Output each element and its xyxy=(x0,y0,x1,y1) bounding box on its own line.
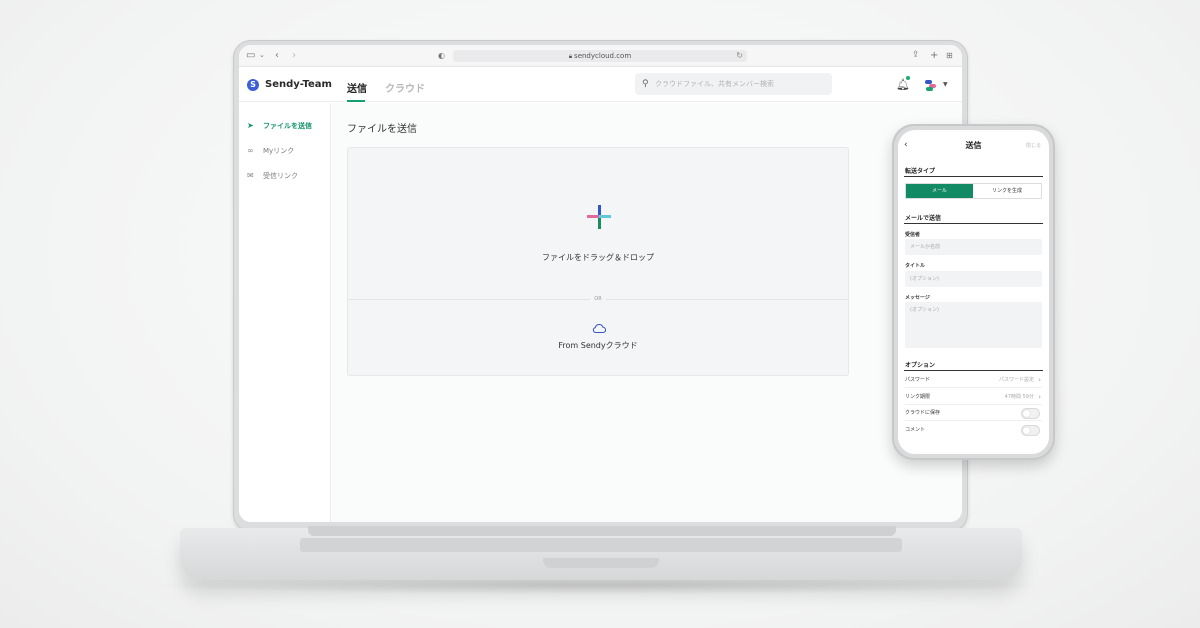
sidebar-item-send-file[interactable]: ➤ ファイルを送信 xyxy=(247,120,312,132)
option-link-expiry[interactable]: リンク期限 47時間 59分 › xyxy=(905,389,1042,405)
lock-icon: 🔒︎ xyxy=(568,53,573,60)
app-header: S Sendy-Team 送信 クラウド ⚲ クラウドファイル、共有メンバー検索… xyxy=(239,68,962,102)
option-label: クラウドに保存 xyxy=(905,410,941,416)
from-cloud-button[interactable]: From Sendyクラウド xyxy=(348,340,848,351)
chevron-down-icon[interactable]: ▼ xyxy=(943,81,948,88)
sidebar-item-my-links[interactable]: ∞ Myリンク xyxy=(247,145,294,157)
recipient-label: 受信者 xyxy=(905,232,921,238)
link-icon: ∞ xyxy=(247,146,254,155)
mail-icon: ✉ xyxy=(247,171,254,180)
options-heading: オプション xyxy=(905,362,936,369)
chevron-right-icon: › xyxy=(1038,393,1041,401)
search-icon: ⚲ xyxy=(642,79,649,89)
sidebar-item-label: Myリンク xyxy=(263,147,295,155)
option-password[interactable]: パスワード パスワード設定 › xyxy=(905,372,1042,388)
subject-label: タイトル xyxy=(905,263,926,269)
cloud-icon[interactable] xyxy=(592,324,606,333)
laptop-base xyxy=(180,526,1022,580)
sidebar-item-received-links[interactable]: ✉ 受信リンク xyxy=(247,170,298,182)
close-button[interactable]: 閉じる xyxy=(1026,142,1041,149)
page-title: ファイルを送信 xyxy=(347,124,417,135)
address-bar[interactable]: 🔒︎ sendycloud.com ↻ xyxy=(453,50,747,62)
search-placeholder: クラウドファイル、共有メンバー検索 xyxy=(655,80,774,88)
message-label: メッセージ xyxy=(905,295,930,301)
sidebar-toggle-icon[interactable]: ▭ xyxy=(246,50,255,61)
recipient-field[interactable]: メールか名前 xyxy=(905,239,1042,255)
browser-toolbar: ▭ ⌄ ‹ › ◐ 🔒︎ sendycloud.com ↻ ⇪ + ⊞ xyxy=(239,45,962,67)
brand-name[interactable]: Sendy-Team xyxy=(265,79,332,90)
segment-generate-link[interactable]: リンクを生成 xyxy=(973,184,1041,198)
option-save-to-cloud: クラウドに保存 xyxy=(905,405,1042,421)
section-rule xyxy=(904,223,1043,224)
option-value: 47時間 59分 xyxy=(1004,394,1034,400)
sidebar-item-label: 受信リンク xyxy=(263,172,298,180)
option-comment: コメント xyxy=(905,422,1042,438)
url-text: sendycloud.com xyxy=(574,52,632,60)
option-value: パスワード設定 xyxy=(998,377,1034,383)
section-rule xyxy=(904,370,1043,371)
privacy-shield-icon[interactable]: ◐ xyxy=(438,50,445,61)
tab-overview-icon[interactable]: ⊞ xyxy=(946,50,953,61)
subject-field[interactable]: (オプション) xyxy=(905,271,1042,287)
drop-instruction: ファイルをドラッグ＆ドロップ xyxy=(542,253,654,262)
tab-send[interactable]: 送信 xyxy=(347,80,367,95)
comment-toggle[interactable] xyxy=(1021,425,1040,436)
active-tab-indicator xyxy=(347,100,365,102)
main-content: ファイルを送信 ファイルをドラッグ＆ドロップ OR From Sendyクラウド xyxy=(332,103,962,522)
share-icon[interactable]: ⇪ xyxy=(912,50,920,61)
email-heading: メールで送信 xyxy=(905,215,942,222)
laptop-notch xyxy=(543,558,659,568)
save-to-cloud-toggle[interactable] xyxy=(1021,408,1040,419)
reload-icon[interactable]: ↻ xyxy=(736,50,743,62)
phone-screen: ‹ 送信 閉じる 転送タイプ メール リンクを生成 メールで送信 受信者 メール… xyxy=(898,130,1049,454)
laptop-keyboard xyxy=(300,538,902,552)
segment-email[interactable]: メール xyxy=(906,184,973,198)
search-input[interactable]: ⚲ クラウドファイル、共有メンバー検索 xyxy=(635,73,832,95)
paper-plane-icon: ➤ xyxy=(247,121,254,130)
section-rule xyxy=(904,176,1043,177)
option-label: リンク期限 xyxy=(905,394,931,400)
message-field[interactable]: (オプション) xyxy=(905,302,1042,348)
option-label: パスワード xyxy=(905,377,931,383)
avatar[interactable] xyxy=(925,79,937,91)
add-file-icon[interactable] xyxy=(587,205,611,229)
laptop-screen: ▭ ⌄ ‹ › ◐ 🔒︎ sendycloud.com ↻ ⇪ + ⊞ S Sen… xyxy=(239,45,962,522)
or-separator: OR xyxy=(590,295,606,303)
chevron-down-icon[interactable]: ⌄ xyxy=(259,50,265,61)
laptop-hinge xyxy=(308,526,896,536)
option-label: コメント xyxy=(905,427,926,433)
file-drop-zone[interactable]: ファイルをドラッグ＆ドロップ OR From Sendyクラウド xyxy=(347,147,849,376)
brand-logo-icon[interactable]: S xyxy=(247,79,259,91)
tab-cloud[interactable]: クラウド xyxy=(385,80,425,95)
forward-icon[interactable]: › xyxy=(292,50,296,61)
back-icon[interactable]: ‹ xyxy=(275,50,279,61)
sidebar: ➤ ファイルを送信 ∞ Myリンク ✉ 受信リンク xyxy=(239,103,331,522)
new-tab-icon[interactable]: + xyxy=(930,50,938,61)
transfer-type-heading: 転送タイプ xyxy=(905,168,936,175)
transfer-type-toggle: メール リンクを生成 xyxy=(905,183,1042,199)
sidebar-item-label: ファイルを送信 xyxy=(263,122,312,130)
notification-dot xyxy=(906,76,910,80)
chevron-right-icon: › xyxy=(1038,376,1041,384)
